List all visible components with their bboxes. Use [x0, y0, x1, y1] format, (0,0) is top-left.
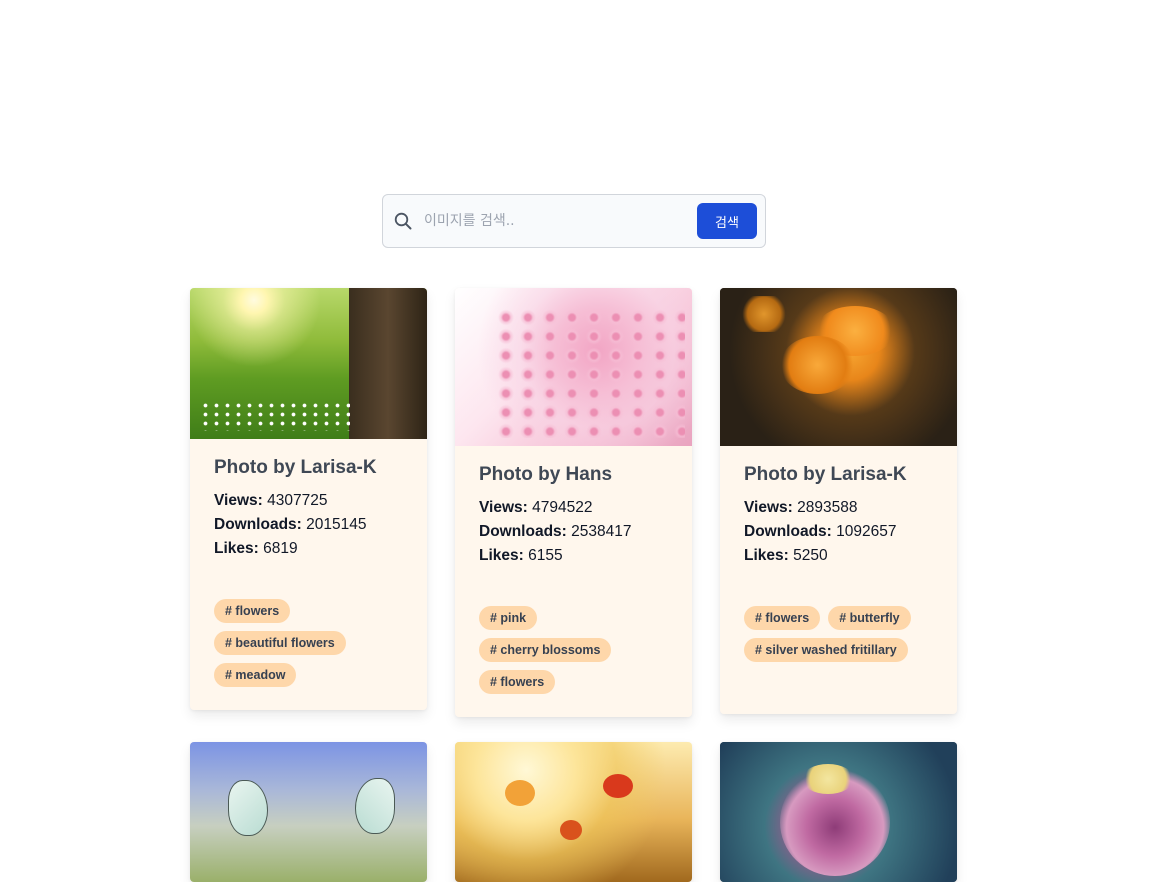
image-card[interactable]: Photo by Larisa-K Views: 4307725 Downloa… — [190, 288, 427, 710]
likes-label: Likes: — [744, 547, 789, 564]
butterfly-shape — [355, 778, 395, 834]
downloads-value: 2538417 — [571, 523, 632, 540]
card-image-orange-flowers[interactable] — [720, 288, 957, 446]
image-card[interactable] — [720, 742, 957, 882]
butterfly-shape — [740, 296, 788, 332]
downloads-label: Downloads: — [744, 523, 832, 540]
downloads-stat: Downloads: 2538417 — [479, 520, 668, 544]
views-label: Views: — [479, 499, 528, 516]
tag[interactable]: # pink — [479, 606, 538, 630]
likes-label: Likes: — [479, 547, 524, 564]
tag[interactable]: # cherry blossoms — [479, 638, 612, 662]
tag[interactable]: # butterfly — [828, 606, 911, 630]
downloads-label: Downloads: — [214, 516, 302, 533]
tag[interactable]: # flowers — [744, 606, 821, 630]
downloads-label: Downloads: — [479, 523, 567, 540]
card-image-cherry-blossoms[interactable] — [455, 288, 692, 446]
image-card[interactable]: Photo by Larisa-K Views: 2893588 Downloa… — [720, 288, 957, 714]
rose-petal-tip — [802, 764, 854, 794]
card-image-butterflies[interactable] — [190, 742, 427, 882]
views-label: Views: — [214, 492, 263, 509]
card-title: Photo by Larisa-K — [744, 464, 907, 485]
butterfly-shape — [228, 780, 268, 836]
views-stat: Views: 4794522 — [479, 496, 668, 520]
downloads-value: 1092657 — [836, 523, 897, 540]
search-bar: 검색 — [382, 194, 766, 248]
card-image-rose[interactable] — [720, 742, 957, 882]
views-label: Views: — [744, 499, 793, 516]
poppy-bloom — [603, 774, 633, 798]
search-icon — [393, 211, 413, 231]
image-card[interactable] — [190, 742, 427, 882]
tag-list: # flowers # beautiful flowers # meadow — [214, 599, 403, 710]
card-title: Photo by Larisa-K — [214, 457, 377, 478]
tag[interactable]: # flowers — [214, 599, 291, 623]
likes-stat: Likes: 6155 — [479, 544, 668, 568]
card-body: Photo by Hans Views: 4794522 Downloads: … — [455, 446, 692, 717]
card-body: Photo by Larisa-K Views: 4307725 Downloa… — [190, 439, 427, 710]
likes-stat: Likes: 5250 — [744, 544, 933, 568]
views-value: 2893588 — [797, 499, 858, 516]
likes-label: Likes: — [214, 540, 259, 557]
poppy-bloom — [505, 780, 535, 806]
likes-value: 6819 — [263, 540, 298, 557]
search-input[interactable] — [424, 203, 697, 239]
card-image-meadow[interactable] — [190, 288, 427, 439]
card-image-poppies[interactable] — [455, 742, 692, 882]
views-value: 4307725 — [267, 492, 328, 509]
tag-list: # pink # cherry blossoms # flowers — [479, 606, 668, 717]
flower-bloom — [780, 336, 855, 394]
views-stat: Views: 2893588 — [744, 496, 933, 520]
views-value: 4794522 — [532, 499, 593, 516]
card-title: Photo by Hans — [479, 464, 613, 485]
likes-stat: Likes: 6819 — [214, 537, 403, 561]
daisy-dots — [200, 401, 350, 431]
downloads-stat: Downloads: 2015145 — [214, 513, 403, 537]
likes-value: 6155 — [528, 547, 563, 564]
tag[interactable]: # flowers — [479, 670, 556, 694]
downloads-value: 2015145 — [306, 516, 367, 533]
tag[interactable]: # meadow — [214, 663, 297, 687]
tag[interactable]: # beautiful flowers — [214, 631, 346, 655]
image-card[interactable] — [455, 742, 692, 882]
poppy-bloom — [560, 820, 582, 840]
tag-list: # flowers # butterfly # silver washed fr… — [744, 606, 933, 685]
downloads-stat: Downloads: 1092657 — [744, 520, 933, 544]
tag[interactable]: # silver washed fritillary — [744, 638, 908, 662]
likes-value: 5250 — [793, 547, 828, 564]
card-body: Photo by Larisa-K Views: 2893588 Downloa… — [720, 446, 957, 685]
search-button[interactable]: 검색 — [697, 203, 757, 239]
image-card[interactable]: Photo by Hans Views: 4794522 Downloads: … — [455, 288, 692, 717]
views-stat: Views: 4307725 — [214, 489, 403, 513]
blossom-petals — [495, 308, 685, 438]
tree-trunk — [349, 288, 427, 439]
